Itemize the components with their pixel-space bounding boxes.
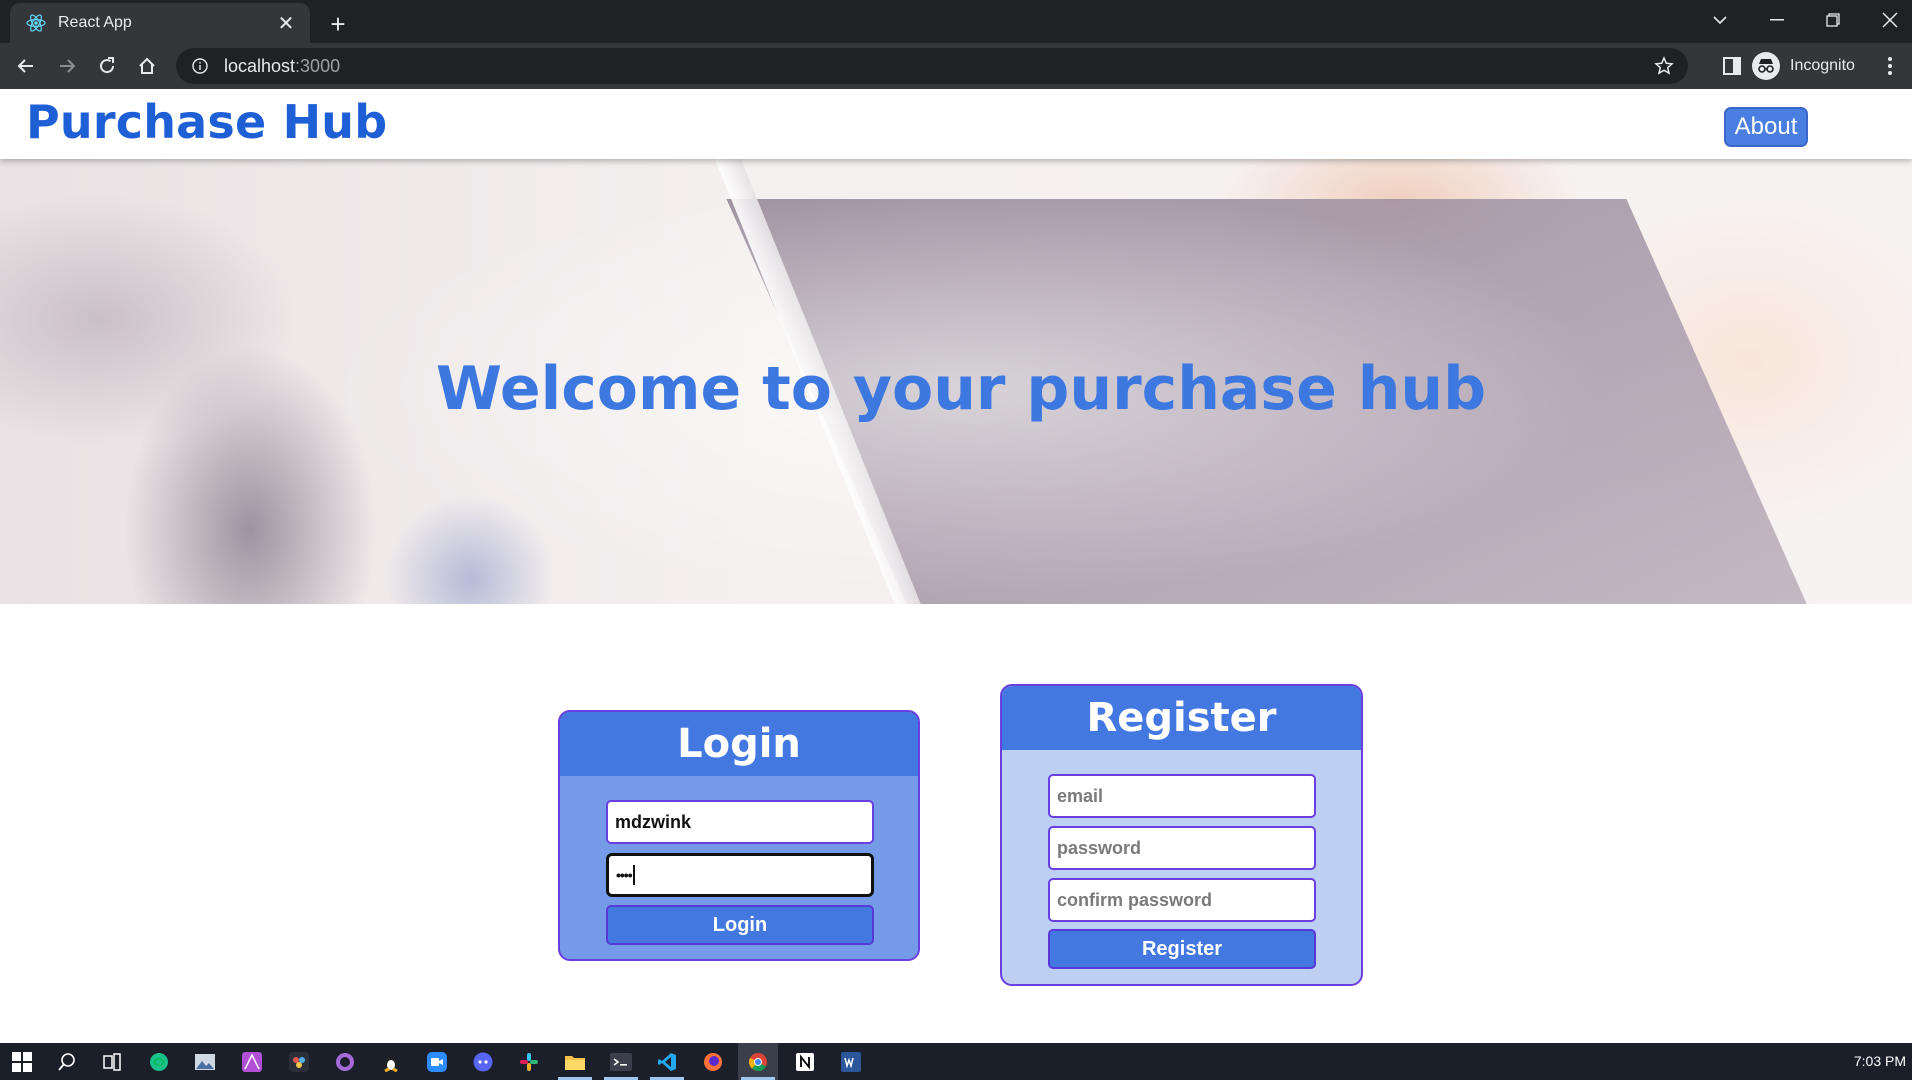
linux-icon[interactable] — [376, 1047, 406, 1077]
taskbar-clock[interactable]: 7:03 PM — [1854, 1053, 1906, 1069]
back-icon[interactable] — [10, 50, 42, 82]
file-explorer-icon[interactable] — [560, 1047, 590, 1077]
login-card: Login mdzwink •••• Login — [558, 710, 920, 961]
github-icon[interactable] — [330, 1047, 360, 1077]
chrome-icon[interactable] — [743, 1047, 773, 1077]
profile-label: Incognito — [1790, 57, 1855, 74]
minimize-icon[interactable] — [1752, 0, 1802, 40]
word-icon[interactable] — [836, 1047, 866, 1077]
windows-start-icon[interactable] — [7, 1047, 37, 1077]
tab-title: React App — [58, 14, 132, 31]
confirm-password-input[interactable]: confirm password — [1048, 878, 1316, 922]
address-bar[interactable]: localhost:3000 — [176, 48, 1688, 84]
about-button[interactable]: About — [1724, 107, 1808, 147]
username-value: mdzwink — [615, 811, 692, 832]
forward-icon[interactable] — [51, 50, 83, 82]
notion-icon[interactable] — [790, 1047, 820, 1077]
close-tab-icon[interactable]: ✕ — [274, 11, 298, 35]
reload-icon[interactable] — [91, 50, 123, 82]
login-button[interactable]: Login — [606, 905, 874, 945]
more-menu-icon[interactable] — [1878, 50, 1902, 82]
password-value: •••• — [616, 867, 633, 883]
windows-taskbar: 7:03 PM — [0, 1043, 1912, 1080]
slack-icon[interactable] — [514, 1047, 544, 1077]
davinci-icon[interactable] — [284, 1047, 314, 1077]
app-green-icon[interactable] — [144, 1047, 174, 1077]
react-favicon-icon — [26, 13, 46, 33]
browser-tab[interactable]: React App ✕ — [10, 3, 310, 43]
address-host: localhost — [224, 55, 296, 76]
password-input[interactable]: •••• — [606, 853, 874, 897]
app-header: Purchase Hub About — [0, 89, 1912, 159]
hero-title: Welcome to your purchase hub — [0, 354, 1912, 424]
browser-toolbar: localhost:3000 Incognito — [0, 43, 1912, 89]
email-input[interactable]: email — [1048, 774, 1316, 818]
vscode-icon[interactable] — [652, 1047, 682, 1077]
photos-icon[interactable] — [190, 1047, 220, 1077]
address-port: :3000 — [295, 55, 341, 76]
text-caret — [632, 865, 635, 885]
register-title: Register — [1002, 686, 1361, 750]
login-title: Login — [560, 712, 918, 776]
bookmark-star-icon[interactable] — [1652, 54, 1676, 78]
affinity-icon[interactable] — [237, 1047, 267, 1077]
home-icon[interactable] — [131, 50, 163, 82]
firefox-icon[interactable] — [698, 1047, 728, 1077]
terminal-icon[interactable] — [606, 1047, 636, 1077]
hero-banner: Welcome to your purchase hub — [0, 159, 1912, 604]
username-input[interactable]: mdzwink — [606, 800, 874, 844]
brand-title[interactable]: Purchase Hub — [26, 95, 387, 149]
side-panel-icon[interactable] — [1716, 50, 1748, 82]
site-info-icon[interactable] — [190, 56, 210, 76]
incognito-icon — [1752, 52, 1780, 80]
tab-search-chevron-icon[interactable] — [1695, 0, 1745, 40]
task-view-icon[interactable] — [97, 1047, 127, 1077]
register-password-input[interactable]: password — [1048, 826, 1316, 870]
page-viewport: Purchase Hub About Welcome to your purch… — [0, 89, 1912, 1043]
new-tab-icon[interactable]: + — [322, 8, 354, 40]
search-icon[interactable] — [52, 1047, 82, 1077]
restore-icon[interactable] — [1808, 0, 1858, 40]
close-window-icon[interactable] — [1865, 0, 1912, 40]
incognito-profile[interactable]: Incognito — [1752, 50, 1855, 82]
screen: React App ✕ + localhost:3000 Incognito … — [0, 0, 1912, 1080]
discord-icon[interactable] — [468, 1047, 498, 1077]
browser-tab-bar: React App ✕ + — [0, 0, 1912, 43]
hero-title-text: Welcome to your purchase hub — [435, 354, 1487, 424]
register-button[interactable]: Register — [1048, 929, 1316, 969]
register-card: Register email password confirm password… — [1000, 684, 1363, 986]
zoom-icon[interactable] — [422, 1047, 452, 1077]
